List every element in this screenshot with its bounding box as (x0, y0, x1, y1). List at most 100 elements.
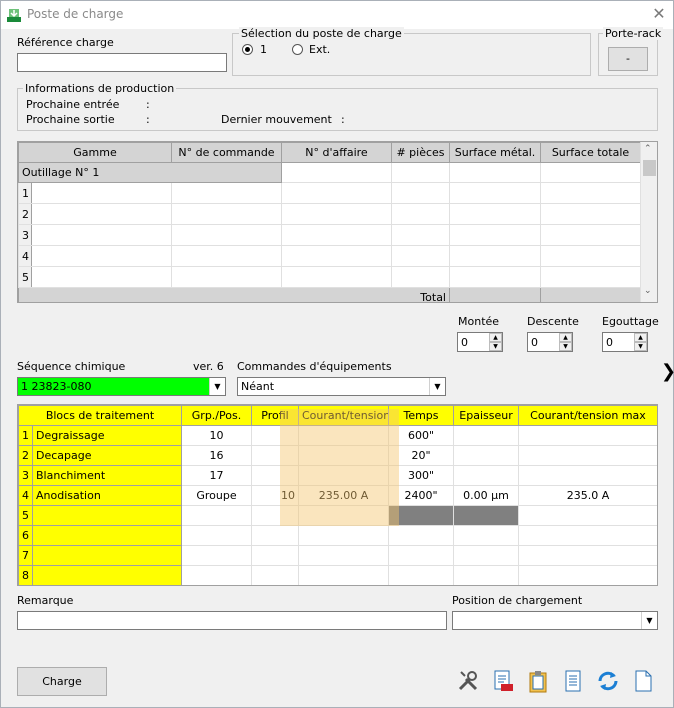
bloc-name[interactable] (32, 505, 182, 526)
header-courant[interactable]: Courant/tension (298, 405, 389, 426)
courant-cell[interactable] (298, 465, 389, 486)
profil-cell[interactable] (251, 465, 299, 486)
table-cell[interactable] (171, 266, 282, 288)
bloc-name[interactable] (32, 525, 182, 546)
remarque-input[interactable] (17, 611, 447, 630)
courant-max-cell[interactable] (518, 545, 657, 566)
courant-cell[interactable]: 235.00 A (298, 485, 389, 506)
courant-cell[interactable] (298, 425, 389, 446)
header-courant-max[interactable]: Courant/tension max (518, 405, 657, 426)
profil-cell[interactable] (251, 505, 299, 526)
table-cell[interactable] (281, 162, 392, 183)
table-row[interactable]: 4 Anodisation Groupe 10 235.00 A 2400" 0… (18, 485, 657, 506)
table-cell[interactable] (391, 224, 450, 246)
table-row[interactable]: 8 (18, 565, 657, 585)
table-row[interactable]: 4 (18, 245, 641, 267)
temps-cell[interactable] (388, 565, 454, 585)
scroll-up-icon[interactable]: ⌃ (644, 144, 652, 154)
courant-cell[interactable] (298, 545, 389, 566)
grp-pos-cell[interactable]: 17 (181, 465, 252, 486)
refresh-icon[interactable] (596, 669, 620, 693)
courant-max-cell[interactable] (518, 525, 657, 546)
radio-poste-1[interactable] (242, 44, 253, 55)
bloc-name[interactable]: Degraissage (32, 425, 182, 446)
spin-down-icon[interactable]: ▼ (489, 342, 502, 351)
table-row[interactable]: 5 (18, 266, 641, 288)
expand-right-icon[interactable]: ❯ (661, 361, 674, 382)
table-cell[interactable] (281, 203, 392, 225)
bloc-name[interactable] (32, 545, 182, 566)
temps-cell[interactable]: 300" (388, 465, 454, 486)
courant-max-cell[interactable]: 235.0 A (518, 485, 657, 506)
table-row[interactable]: 3 Blanchiment 17 300" (18, 465, 657, 486)
table-cell[interactable] (540, 162, 641, 183)
porte-rack-button[interactable]: - (608, 47, 648, 71)
table-row[interactable]: 1 Degraissage 10 600" (18, 425, 657, 446)
courant-max-cell[interactable] (518, 445, 657, 466)
epaisseur-cell[interactable] (453, 425, 519, 446)
table-row[interactable]: 7 (18, 545, 657, 566)
temps-cell[interactable] (388, 545, 454, 566)
epaisseur-cell[interactable] (453, 525, 519, 546)
charge-button[interactable]: Charge (17, 667, 107, 696)
courant-cell[interactable] (298, 505, 389, 526)
grp-pos-cell[interactable]: 16 (181, 445, 252, 466)
temps-cell[interactable] (388, 525, 454, 546)
grp-pos-cell[interactable] (181, 545, 252, 566)
header-surface-metal[interactable]: Surface métal. (449, 142, 541, 163)
epaisseur-cell[interactable] (453, 445, 519, 466)
spin-down-icon[interactable]: ▼ (559, 342, 572, 351)
table-cell[interactable] (540, 224, 641, 246)
temps-cell[interactable]: 20" (388, 445, 454, 466)
montee-spinner[interactable]: 0 ▲ ▼ (457, 332, 503, 352)
header-affaire[interactable]: N° d'affaire (281, 142, 392, 163)
spin-up-icon[interactable]: ▲ (559, 333, 572, 342)
sequence-dropdown[interactable]: 1 23823-080 ▼ (17, 377, 226, 396)
spin-up-icon[interactable]: ▲ (634, 333, 647, 342)
table-cell[interactable] (449, 224, 541, 246)
courant-max-cell[interactable] (518, 565, 657, 585)
table-cell[interactable] (449, 162, 541, 183)
tools-icon[interactable] (456, 669, 480, 693)
header-commande[interactable]: N° de commande (171, 142, 282, 163)
table-row[interactable]: 5 (18, 505, 657, 526)
clipboard-icon[interactable] (526, 669, 550, 693)
bloc-name[interactable] (32, 565, 182, 585)
table-row[interactable]: 2 (18, 203, 641, 225)
blank-page-icon[interactable] (631, 669, 655, 693)
table-cell[interactable] (281, 224, 392, 246)
epaisseur-cell[interactable] (453, 545, 519, 566)
table-cell[interactable] (281, 182, 392, 204)
table-row[interactable]: 6 (18, 525, 657, 546)
profil-cell[interactable] (251, 545, 299, 566)
header-grp-pos[interactable]: Grp./Pos. (181, 405, 252, 426)
profil-cell[interactable] (251, 525, 299, 546)
bloc-name[interactable]: Blanchiment (32, 465, 182, 486)
grp-pos-cell[interactable] (181, 525, 252, 546)
temps-cell[interactable]: 600" (388, 425, 454, 446)
close-icon[interactable]: ✕ (649, 4, 669, 24)
table-cell[interactable] (449, 203, 541, 225)
table-row[interactable]: 1 (18, 182, 641, 204)
table-cell[interactable] (540, 182, 641, 204)
grp-pos-cell[interactable] (181, 505, 252, 526)
position-dropdown[interactable]: ▼ (452, 611, 658, 630)
courant-max-cell[interactable] (518, 425, 657, 446)
table-cell[interactable] (281, 245, 392, 267)
temps-cell[interactable]: 2400" (388, 485, 454, 506)
table-cell[interactable] (540, 245, 641, 267)
profil-cell[interactable] (251, 565, 299, 585)
header-profil[interactable]: Profil (251, 405, 299, 426)
header-pieces[interactable]: # pièces (391, 142, 450, 163)
table-cell[interactable] (171, 203, 282, 225)
grid1-scrollbar[interactable]: ⌃ ⌄ (640, 142, 657, 302)
reference-input[interactable] (17, 53, 227, 72)
table-cell[interactable] (449, 245, 541, 267)
table-cell[interactable] (391, 266, 450, 288)
commandes-dropdown[interactable]: Néant ▼ (237, 377, 446, 396)
epaisseur-cell[interactable] (453, 565, 519, 585)
courant-cell[interactable] (298, 445, 389, 466)
table-row[interactable]: 3 (18, 224, 641, 246)
egouttage-spinner[interactable]: 0 ▲ ▼ (602, 332, 648, 352)
header-gamme[interactable]: Gamme (18, 142, 172, 163)
